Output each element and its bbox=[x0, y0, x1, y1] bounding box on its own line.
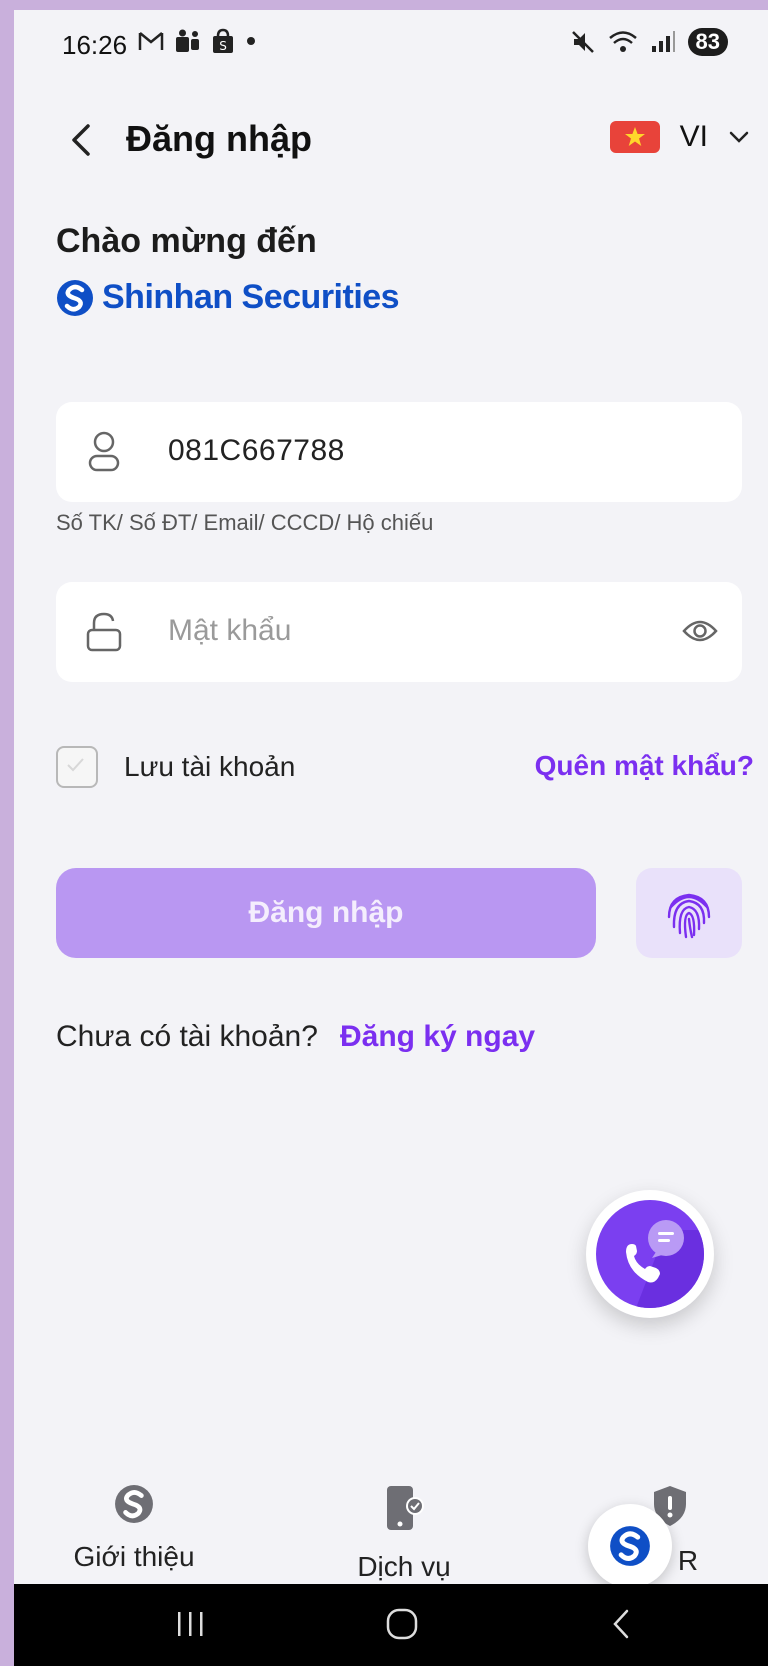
system-nav-bar bbox=[14, 1584, 768, 1666]
header: Đăng nhập VI bbox=[14, 100, 768, 180]
forgot-password-link[interactable]: Quên mật khẩu? bbox=[535, 750, 754, 782]
login-screen: 16:26 S 83 Đăng nhập VI Chào mừng đến Sh… bbox=[14, 10, 768, 1666]
page-title: Đăng nhập bbox=[126, 118, 312, 159]
home-button[interactable] bbox=[384, 1606, 420, 1642]
language-selector[interactable]: VI bbox=[609, 120, 750, 154]
dot-icon bbox=[247, 37, 255, 45]
shinhan-floating-button[interactable] bbox=[588, 1504, 672, 1588]
account-field[interactable]: 081C667788 bbox=[56, 402, 742, 502]
status-time: 16:26 bbox=[62, 30, 128, 60]
nav-item-services[interactable]: Dịch vụ bbox=[344, 1484, 464, 1583]
fingerprint-button[interactable] bbox=[636, 868, 742, 958]
svg-text:S: S bbox=[219, 39, 227, 53]
vietnam-flag-icon bbox=[609, 121, 660, 153]
shinhan-logo-icon bbox=[610, 1526, 650, 1566]
back-button[interactable] bbox=[62, 118, 102, 162]
phone-check-icon bbox=[387, 1486, 424, 1530]
remember-account[interactable]: Lưu tài khoản bbox=[56, 746, 295, 788]
back-nav-button[interactable] bbox=[604, 1606, 640, 1642]
welcome-heading: Chào mừng đến bbox=[56, 222, 317, 260]
wifi-icon bbox=[608, 31, 637, 52]
nav-label-intro: Giới thiệu bbox=[73, 1541, 195, 1572]
fingerprint-icon bbox=[667, 893, 711, 939]
account-input-value[interactable]: 081C667788 bbox=[168, 434, 345, 468]
mute-icon bbox=[571, 31, 594, 53]
brand-logo: Shinhan Securities bbox=[56, 278, 400, 317]
signal-icon bbox=[651, 31, 675, 52]
gmail-icon bbox=[138, 32, 164, 50]
status-bar: 16:26 S 83 bbox=[14, 10, 768, 80]
chevron-down-icon bbox=[729, 131, 749, 143]
recent-apps-button[interactable] bbox=[172, 1606, 208, 1642]
remember-checkbox[interactable] bbox=[56, 746, 98, 788]
support-call-button[interactable] bbox=[586, 1190, 714, 1318]
brand-name: Shinhan Securities bbox=[102, 278, 400, 316]
lock-icon bbox=[86, 612, 122, 652]
signup-link[interactable]: Đăng ký ngay bbox=[340, 1020, 535, 1054]
nav-item-intro[interactable]: Giới thiệu bbox=[72, 1484, 196, 1573]
remember-label: Lưu tài khoản bbox=[124, 751, 296, 782]
shopping-bag-icon: S bbox=[213, 28, 233, 53]
account-field-hint: Số TK/ Số ĐT/ Email/ CCCD/ Hộ chiếu bbox=[56, 510, 434, 535]
user-icon bbox=[88, 431, 120, 472]
nav-label-services: Dịch vụ bbox=[357, 1551, 451, 1582]
check-icon bbox=[67, 758, 84, 772]
login-button[interactable]: Đăng nhập bbox=[56, 868, 596, 958]
signup-prompt: Chưa có tài khoản? bbox=[56, 1020, 318, 1053]
eye-icon[interactable] bbox=[682, 616, 718, 646]
language-label: VI bbox=[679, 120, 708, 153]
battery-indicator: 83 bbox=[687, 28, 728, 56]
shinhan-logo-icon bbox=[115, 1485, 153, 1523]
password-field[interactable]: Mật khẩu bbox=[56, 582, 742, 682]
phone-chat-icon bbox=[626, 1220, 704, 1308]
password-placeholder[interactable]: Mật khẩu bbox=[168, 614, 291, 648]
shinhan-logo-icon bbox=[57, 279, 93, 316]
teams-icon bbox=[176, 29, 199, 52]
